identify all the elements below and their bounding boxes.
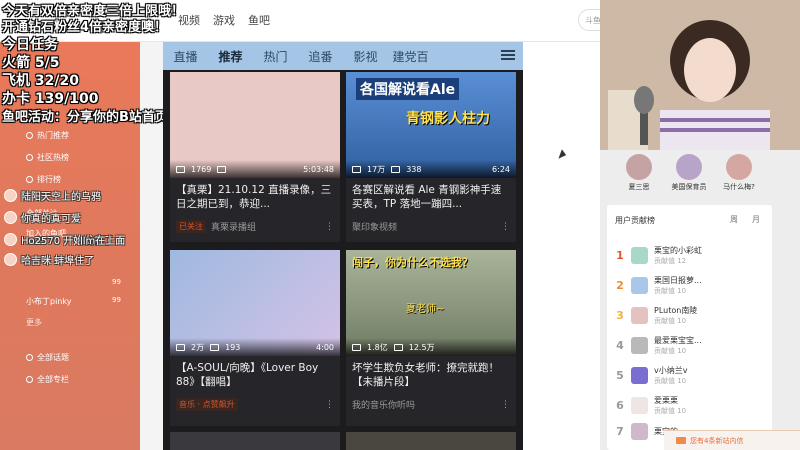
column-icon (26, 376, 33, 383)
video-title: 各赛区解说看 Ale 青钢影神手速买表，TP 落地一蹦四... (352, 184, 502, 210)
comment-icon (391, 165, 401, 173)
avatar (631, 247, 648, 264)
ranking-row[interactable]: 5 v小纳兰v 贡献值 10 (615, 365, 687, 386)
avatar (626, 154, 652, 180)
comment-icon (210, 343, 220, 351)
nav-fishbar[interactable]: 鱼吧 (248, 12, 270, 28)
avatar (4, 252, 17, 266)
video-title: 【真栗】21.10.12 直播录像，三日之期已到，恭迎... (176, 184, 332, 210)
avatar (631, 337, 648, 354)
tab-party[interactable]: 建党百 (388, 48, 433, 65)
count-badge: 99 (112, 278, 121, 286)
video-card[interactable]: 1769 5:03:48 【真栗】21.10.12 直播录像，三日之期已到，恭迎.… (170, 72, 340, 242)
menu-icon[interactable] (501, 48, 515, 62)
tab-hot[interactable]: 热门 (253, 48, 298, 65)
more-icon[interactable]: ⋮ (325, 222, 334, 232)
mobile-app-view: 直播 推荐 热门 追番 影视 建党百 1769 5:03:48 【真栗】21.10… (163, 42, 523, 450)
top-user[interactable]: 夏三思 (614, 154, 664, 192)
play-icon (352, 165, 361, 173)
danmaku-item: 你真的真可爱 (4, 210, 81, 225)
topic-icon (26, 354, 33, 361)
ranking-row[interactable]: 2 栗国日报萝... 贡献值 10 (615, 275, 701, 296)
sidebar-item-ranking[interactable]: 排行榜 (26, 174, 61, 185)
overlay-task-title: 今日任务 (2, 37, 58, 53)
danmaku-item: llm在上面 (80, 235, 126, 247)
streamer-image (600, 0, 800, 150)
fire-icon (26, 132, 33, 139)
contribution-ranking: 用户贡献榜 周 月 1 栗宝的小彩虹 贡献值 12 2 栗国日报萝... 贡献值 10 3… (607, 205, 772, 450)
more-icon[interactable]: ⋮ (325, 400, 334, 410)
ranking-row[interactable]: 1 栗宝的小彩虹 贡献值 12 (615, 245, 702, 266)
tab-anime[interactable]: 追番 (298, 48, 343, 65)
tab-week[interactable]: 周 (730, 214, 738, 225)
ranking-row[interactable]: 4 最爱栗宝宝... 贡献值 10 (615, 335, 701, 356)
danmaku-item: 陆阳天空上的乌鸦 (4, 188, 101, 203)
video-thumbnail: 2万 193 4:00 (170, 250, 340, 356)
top-user[interactable]: 美国保育员 (664, 154, 714, 192)
message-notification[interactable]: 您有4条新站内信 (664, 430, 800, 450)
tab-movies[interactable]: 影视 (343, 48, 388, 65)
video-card[interactable]: 闯子，你为什么不选我？ 夏老师~ 1.8亿 12.5万 坏学生欺负女老师：撩完就跑… (346, 250, 516, 426)
more-icon[interactable]: ⋮ (501, 222, 510, 232)
sidebar-item-more[interactable]: 更多 (26, 317, 42, 328)
avatar (4, 232, 17, 246)
ranking-row[interactable]: 6 爱栗栗 贡献值 10 (615, 395, 686, 416)
phone-tab-bar: 直播 推荐 热门 追番 影视 建党百 (163, 42, 523, 72)
video-card[interactable]: 2万 193 4:00 【A-SOUL/向晚】《Lover Boy 88》【翻唱】 … (170, 250, 340, 426)
sidebar-item-columns[interactable]: 全部专栏 (26, 374, 69, 385)
sidebar-item-topics[interactable]: 全部话题 (26, 352, 69, 363)
ranking-row[interactable]: 3 PLuton南陵 贡献值 10 (615, 305, 697, 326)
avatar (631, 277, 648, 294)
video-thumbnail: 各国解说看Ale 青钢影人柱力 17万 338 6:24 (346, 72, 516, 178)
mail-icon (676, 437, 686, 444)
nav-games[interactable]: 游戏 (213, 12, 235, 28)
video-title: 坏学生欺负女老师：撩完就跑！【未播片段】 (352, 362, 499, 388)
avatar (4, 210, 17, 224)
comment-icon (217, 165, 227, 173)
video-thumbnail: 闯子，你为什么不选我？ 夏老师~ 1.8亿 12.5万 (346, 250, 516, 356)
video-thumbnail: 1769 5:03:48 (170, 72, 340, 178)
play-icon (176, 343, 185, 351)
sidebar-item-community[interactable]: 社区热榜 (26, 152, 69, 163)
sidebar-item-pinky[interactable]: 小布丁pinky (26, 296, 71, 307)
tab-recommend[interactable]: 推荐 (208, 48, 253, 72)
play-icon (176, 165, 185, 173)
video-title: 【A-SOUL/向晚】《Lover Boy 88》【翻唱】 (176, 362, 319, 388)
uploader: 真栗录播组 (211, 223, 257, 233)
ranking-icon (26, 176, 33, 183)
avatar (631, 397, 648, 414)
avatar (676, 154, 702, 180)
uploader: 我的音乐你听吗 (352, 401, 416, 411)
avatar (631, 307, 648, 324)
overlay-task2: 飞机 32/20 (2, 73, 79, 89)
avatar (726, 154, 752, 180)
sidebar-item-hot[interactable]: 热门推荐 (26, 130, 69, 141)
avatar (631, 423, 648, 440)
follow-tag: 已关注 (176, 220, 206, 233)
webcam-feed (600, 0, 800, 150)
overlay-line2: 开通钻石粉丝4倍亲密度噢！ (2, 20, 168, 35)
community-icon (26, 154, 33, 161)
more-icon[interactable]: ⋮ (501, 400, 510, 410)
tab-month[interactable]: 月 (752, 214, 760, 225)
tab-live[interactable]: 直播 (163, 48, 208, 65)
overlay-task4: 鱼吧活动：分享你的B站首页 (2, 110, 168, 125)
comment-icon (393, 343, 403, 351)
uploader: 聚印象视频 (352, 223, 398, 233)
video-card[interactable]: 各国解说看Ale 青钢影人柱力 17万 338 6:24 各赛区解说看 Ale 青钢… (346, 72, 516, 242)
avatar (4, 188, 17, 202)
page-background-panel (523, 42, 600, 450)
contrib-title: 用户贡献榜 (615, 216, 655, 225)
play-icon (352, 343, 361, 351)
video-card[interactable] (170, 432, 340, 450)
video-card[interactable] (346, 432, 516, 450)
avatar (631, 367, 648, 384)
danmaku-item: 哈吉咪 蚌埠住了 (4, 252, 94, 267)
category-tag: 音乐 · 点赞飙升 (176, 398, 238, 411)
overlay-task3: 办卡 139/100 (2, 91, 99, 107)
top-user[interactable]: 马什么梅? (714, 154, 764, 192)
count-badge: 99 (112, 296, 121, 304)
overlay-task1: 火箭 5/5 (2, 55, 60, 71)
